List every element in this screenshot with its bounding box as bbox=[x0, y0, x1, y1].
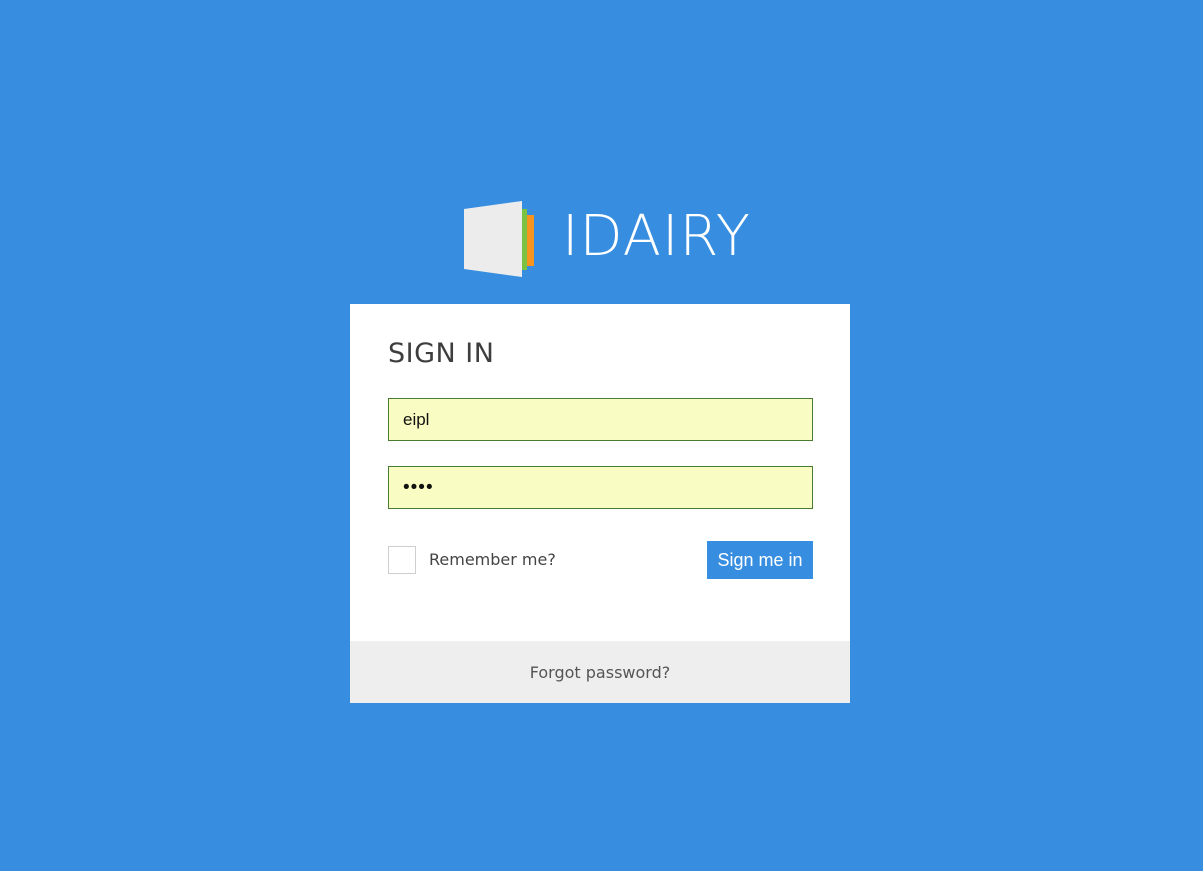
password-input[interactable] bbox=[388, 466, 813, 509]
page-title: SIGN IN bbox=[388, 338, 495, 369]
brand-header: IDAIRY bbox=[462, 199, 751, 279]
remember-me-label: Remember me? bbox=[429, 550, 556, 569]
sign-in-button[interactable]: Sign me in bbox=[707, 541, 813, 579]
card-footer: Forgot password? bbox=[350, 641, 850, 703]
brand-name: IDAIRY bbox=[562, 204, 752, 269]
username-input[interactable] bbox=[388, 398, 813, 441]
remember-me-checkbox[interactable] bbox=[388, 546, 416, 574]
login-card: SIGN IN Remember me? Sign me in Forgot p… bbox=[350, 304, 850, 703]
book-pages-icon bbox=[464, 201, 534, 277]
forgot-password-link[interactable]: Forgot password? bbox=[530, 663, 670, 682]
